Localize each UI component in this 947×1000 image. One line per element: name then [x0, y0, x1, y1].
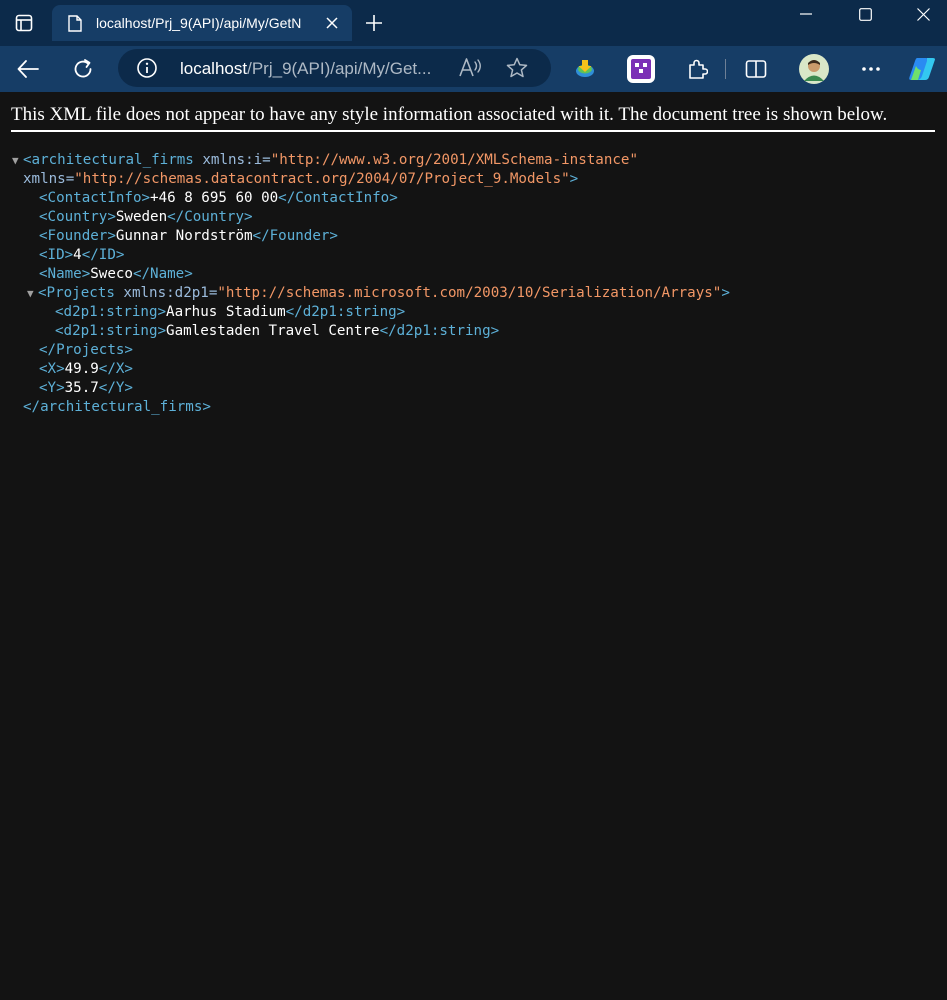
xml-tag: <architectural_firms: [23, 152, 194, 168]
xml-tag: <Name>: [39, 266, 91, 282]
avatar[interactable]: [797, 52, 831, 86]
xml-id-line: <ID>4</ID>: [12, 246, 730, 265]
xml-root-close-line: </architectural_firms>: [12, 398, 730, 417]
xml-tag: >: [569, 171, 579, 187]
maximize-icon[interactable]: [836, 0, 894, 28]
page-icon: [66, 14, 84, 32]
more-icon[interactable]: [854, 52, 888, 86]
xml-root-open-line: ▼ <architectural_firms xmlns:i="http://ww…: [12, 151, 730, 170]
refresh-icon[interactable]: [66, 52, 100, 86]
xml-tag: </d2p1:string>: [379, 323, 500, 339]
read-aloud-icon[interactable]: [458, 56, 484, 80]
xml-country-line: <Country>Sweden</Country>: [12, 208, 730, 227]
url-host: localhost: [180, 59, 248, 78]
xml-tag: </X>: [98, 361, 133, 377]
tab-actions-icon[interactable]: [8, 8, 40, 38]
xml-attr-value: "http://www.w3.org/2001/XMLSchema-instan…: [270, 152, 639, 168]
xml-founder-line: <Founder>Gunnar Nordström</Founder>: [12, 227, 730, 246]
xml-name-line: <Name>Sweco</Name>: [12, 265, 730, 284]
xml-project-line: <d2p1:string>Gamlestaden Travel Centre</…: [12, 322, 730, 341]
xml-attr-name: xmlns:d2p1=: [114, 285, 218, 301]
close-icon[interactable]: [322, 13, 342, 33]
address-bar[interactable]: localhost/Prj_9(API)/api/My/Get...: [118, 49, 551, 87]
xml-tag: </ID>: [81, 247, 125, 263]
star-icon[interactable]: [505, 56, 529, 80]
xml-root-attr-line: xmlns="http://schemas.datacontract.org/2…: [12, 170, 730, 189]
xml-text: Sweden: [115, 209, 168, 225]
collapse-toggle-projects[interactable]: ▼: [27, 284, 38, 303]
split-screen-icon[interactable]: [739, 52, 773, 86]
toolbar-divider: [725, 59, 726, 79]
active-tab[interactable]: localhost/Prj_9(API)/api/My/GetN: [52, 5, 352, 41]
back-arrow-icon[interactable]: [11, 52, 45, 86]
xml-y-line: <Y>35.7</Y>: [12, 379, 730, 398]
xml-attr-value: "http://schemas.datacontract.org/2004/07…: [74, 171, 570, 187]
xml-text: Gunnar Nordström: [115, 228, 253, 244]
xml-tag: </ContactInfo>: [278, 190, 398, 206]
toolbar: localhost/Prj_9(API)/api/My/Get...: [0, 46, 947, 92]
xml-tag: </Country>: [167, 209, 253, 225]
xml-text: Aarhus Stadium: [166, 304, 286, 320]
xml-tag: <d2p1:string>: [55, 323, 167, 339]
page-content: This XML file does not appear to have an…: [0, 92, 947, 1000]
xml-x-line: <X>49.9</X>: [12, 360, 730, 379]
xml-attr-name: xmlns:i=: [193, 152, 271, 168]
tab-title: localhost/Prj_9(API)/api/My/GetN: [96, 15, 302, 31]
xml-text: 4: [73, 247, 82, 263]
xml-text: Sweco: [90, 266, 133, 282]
xml-tag: </Name>: [132, 266, 193, 282]
info-icon[interactable]: [136, 57, 158, 79]
url-path: /Prj_9(API)/api/My/Get...: [247, 59, 432, 78]
collapse-toggle-root[interactable]: ▼: [12, 151, 23, 170]
copilot-icon[interactable]: [905, 52, 939, 86]
xml-projects-close-line: </Projects>: [12, 341, 730, 360]
xml-projects-open-line: ▼ <Projects xmlns:d2p1="http://schemas.mi…: [12, 284, 730, 303]
idm-extension-icon[interactable]: [568, 52, 602, 86]
close-window-icon[interactable]: [894, 0, 947, 28]
xml-text: 35.7: [64, 380, 99, 396]
xml-text: +46 8 695 60 00: [150, 190, 279, 206]
xml-tag: </Y>: [98, 380, 133, 396]
xml-tag: </Projects>: [39, 342, 133, 358]
xml-notice: This XML file does not appear to have an…: [11, 104, 935, 132]
xml-tree: ▼ <architectural_firms xmlns:i="http://ww…: [12, 151, 730, 417]
xml-tag: <Founder>: [39, 228, 116, 244]
plus-icon[interactable]: [360, 9, 388, 37]
xml-tag: >: [721, 285, 730, 301]
xml-contactinfo-line: <ContactInfo>+46 8 695 60 00</ContactInf…: [12, 189, 730, 208]
xml-text: Gamlestaden Travel Centre: [166, 323, 380, 339]
xml-text: 49.9: [64, 361, 99, 377]
title-bar: localhost/Prj_9(API)/api/My/GetN: [0, 0, 947, 46]
minimize-icon[interactable]: [777, 0, 835, 28]
xml-attr-name: xmlns=: [23, 171, 75, 187]
xml-tag: <Y>: [39, 380, 65, 396]
xml-tag: </Founder>: [252, 228, 338, 244]
puzzle-icon[interactable]: [680, 52, 714, 86]
xml-project-line: <d2p1:string>Aarhus Stadium</d2p1:string…: [12, 303, 730, 322]
xml-tag: <X>: [39, 361, 65, 377]
xml-tag: <ContactInfo>: [39, 190, 151, 206]
xml-tag: </d2p1:string>: [285, 304, 406, 320]
url-text[interactable]: localhost/Prj_9(API)/api/My/Get...: [180, 59, 442, 79]
xml-attr-value: "http://schemas.microsoft.com/2003/10/Se…: [217, 285, 722, 301]
pixel-extension-icon[interactable]: [624, 52, 658, 86]
xml-tag: <ID>: [39, 247, 74, 263]
xml-tag: <d2p1:string>: [55, 304, 167, 320]
xml-tag: <Projects: [38, 285, 115, 301]
xml-tag: </architectural_firms>: [23, 399, 211, 415]
xml-tag: <Country>: [39, 209, 116, 225]
